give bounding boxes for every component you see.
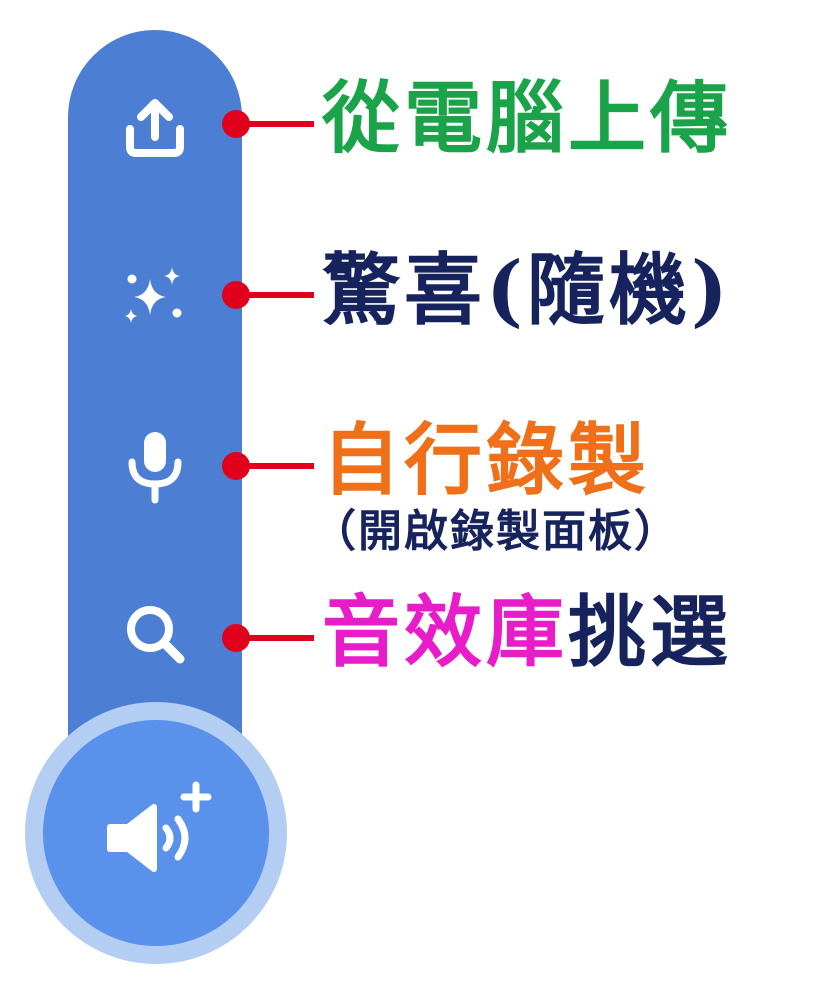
callout-dot-upload: [222, 110, 250, 138]
choose-sound-button[interactable]: [111, 590, 199, 678]
add-sound-button[interactable]: [43, 720, 269, 946]
record-sound-button[interactable]: [111, 422, 199, 510]
label-upload: 從電腦上傳: [322, 73, 733, 164]
label-record-sub: （開啟錄製面板）: [312, 506, 680, 557]
upload-icon: [126, 99, 184, 157]
callout-dot-choose: [222, 624, 250, 652]
sound-add-icon: [107, 781, 212, 872]
label-surprise: 驚喜(隨機): [322, 245, 732, 336]
label-record: 自行錄製: [322, 415, 651, 506]
label-choose-highlight: 音效庫: [322, 587, 569, 678]
sparkles-icon: [125, 267, 182, 323]
search-icon: [127, 606, 185, 664]
callout-dot-record: [222, 452, 250, 480]
microphone-icon: [128, 432, 182, 504]
surprise-sound-button[interactable]: [111, 250, 199, 338]
label-choose: 音效庫挑選: [322, 594, 732, 672]
label-choose-rest: 挑選: [568, 587, 733, 678]
upload-sound-button[interactable]: [111, 82, 199, 170]
callout-dot-surprise: [222, 281, 250, 309]
